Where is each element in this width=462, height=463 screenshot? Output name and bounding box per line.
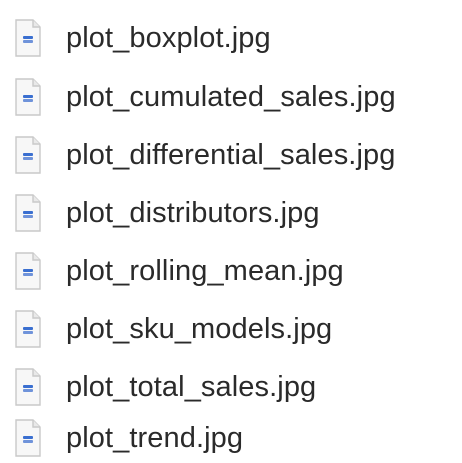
file-row[interactable]: plot_differential_sales.jpg — [0, 130, 462, 180]
file-name: plot_sku_models.jpg — [66, 313, 333, 345]
jpg-file-icon — [14, 368, 42, 406]
jpg-file-icon — [14, 419, 42, 457]
file-row[interactable]: plot_trend.jpg — [0, 413, 462, 463]
file-name: plot_differential_sales.jpg — [66, 139, 396, 171]
jpg-file-icon — [14, 310, 42, 348]
file-row[interactable]: plot_distributors.jpg — [0, 188, 462, 238]
file-list: plot_boxplot.jpg plot_cumulated_sales.jp… — [0, 0, 462, 458]
file-name: plot_rolling_mean.jpg — [66, 255, 344, 287]
file-name: plot_distributors.jpg — [66, 197, 320, 229]
file-row[interactable]: plot_cumulated_sales.jpg — [0, 72, 462, 122]
jpg-file-icon — [14, 19, 42, 57]
file-name: plot_boxplot.jpg — [66, 22, 271, 54]
file-row[interactable]: plot_sku_models.jpg — [0, 304, 462, 354]
file-row[interactable]: plot_boxplot.jpg — [0, 13, 462, 63]
file-name: plot_total_sales.jpg — [66, 371, 317, 403]
file-row[interactable]: plot_rolling_mean.jpg — [0, 246, 462, 296]
jpg-file-icon — [14, 136, 42, 174]
file-name: plot_cumulated_sales.jpg — [66, 81, 396, 113]
jpg-file-icon — [14, 252, 42, 290]
jpg-file-icon — [14, 194, 42, 232]
jpg-file-icon — [14, 78, 42, 116]
file-name: plot_trend.jpg — [66, 422, 244, 454]
file-row[interactable]: plot_total_sales.jpg — [0, 362, 462, 412]
